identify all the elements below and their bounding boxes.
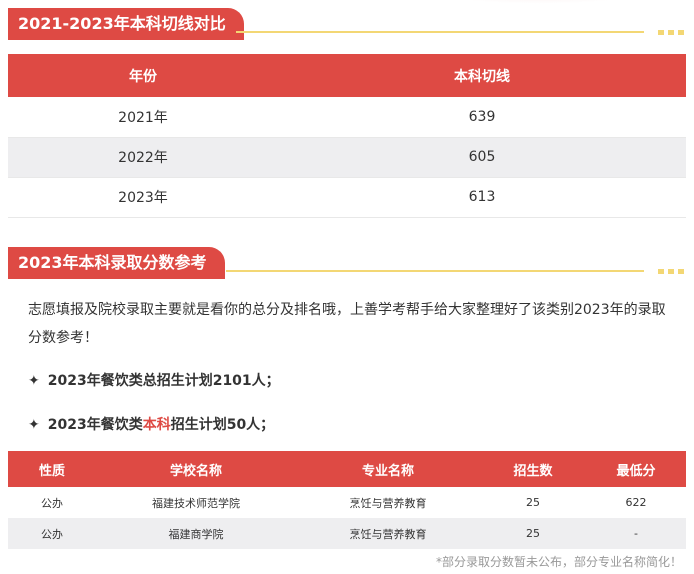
cell-enroll: 25 <box>480 518 586 549</box>
cell-school: 福建技术师范学院 <box>152 496 240 510</box>
header-min-score: 最低分 <box>586 451 686 487</box>
table-row: 2023年 613 <box>8 177 686 218</box>
bullet-highlight: 本科 <box>142 417 171 433</box>
cell-type: 公办 <box>41 496 63 510</box>
cell-min-score: 622 <box>625 496 647 509</box>
bullet-text-pre: 2023年餐饮类 <box>47 417 143 433</box>
footnote: *部分录取分数暂未公布，部分专业名称简化！ <box>435 555 682 569</box>
cell-cutoff: 639 <box>278 97 686 138</box>
table-row: 公办 福建商学院 烹饪与营养教育 25 - <box>8 518 686 549</box>
section1-header: 2021-2023年本科切线对比 <box>8 8 688 40</box>
cell-min-score: - <box>586 518 686 549</box>
cell-cutoff: 613 <box>278 177 686 218</box>
star-icon: ✦ <box>28 373 40 389</box>
cell-year: 2022年 <box>8 137 278 178</box>
cell-type: 公办 <box>8 518 96 549</box>
admission-table: 性质 学校名称 专业名称 招生数 最低分 公办 福建技术师范学院 烹饪与营养教育… <box>8 451 686 549</box>
section2-dots <box>658 269 684 274</box>
table-header-row: 年份 本科切线 <box>8 54 686 97</box>
section1-underline <box>236 31 644 33</box>
header-major: 专业名称 <box>296 451 480 487</box>
cell-enroll: 25 <box>526 496 540 509</box>
cell-year: 2023年 <box>8 177 278 218</box>
header-school: 学校名称 <box>96 451 296 487</box>
section1-dots <box>658 30 684 35</box>
section2-header: 2023年本科录取分数参考 <box>8 247 688 279</box>
top-decoration <box>420 0 660 4</box>
intro-paragraph: 志愿填报及院校录取主要就是看你的总分及排名哦，上善学考帮手给大家整理好了该类别2… <box>28 302 666 346</box>
header-type: 性质 <box>8 451 96 487</box>
star-icon: ✦ <box>28 417 40 433</box>
cell-cutoff: 605 <box>278 137 686 178</box>
cell-year: 2021年 <box>8 97 278 138</box>
table-row: 公办 福建技术师范学院 烹饪与营养教育 25 622 <box>8 487 686 518</box>
cell-school: 福建商学院 <box>96 518 296 549</box>
cutoff-table: 年份 本科切线 2021年 639 2022年 605 2023年 613 <box>8 54 686 218</box>
header-cutoff: 本科切线 <box>278 54 686 97</box>
section2-title: 2023年本科录取分数参考 <box>8 247 225 279</box>
table-row: 2021年 639 <box>8 97 686 138</box>
table-header-row: 性质 学校名称 专业名称 招生数 最低分 <box>8 451 686 487</box>
cell-major: 烹饪与营养教育 <box>296 518 480 549</box>
bullet-undergrad-plan: ✦ 2023年餐饮类本科招生计划50人； <box>28 414 274 434</box>
cell-major: 烹饪与营养教育 <box>349 496 427 510</box>
bullet-text-post: 招生计划50人； <box>170 417 275 433</box>
bullet-total-plan: ✦ 2023年餐饮类总招生计划2101人； <box>28 370 280 390</box>
table-row: 2022年 605 <box>8 137 686 178</box>
header-year: 年份 <box>8 54 278 97</box>
section1-title: 2021-2023年本科切线对比 <box>8 8 244 40</box>
section2-underline <box>226 270 644 272</box>
header-enroll: 招生数 <box>480 451 586 487</box>
bullet-text: 2023年餐饮类总招生计划2101人； <box>47 373 280 389</box>
